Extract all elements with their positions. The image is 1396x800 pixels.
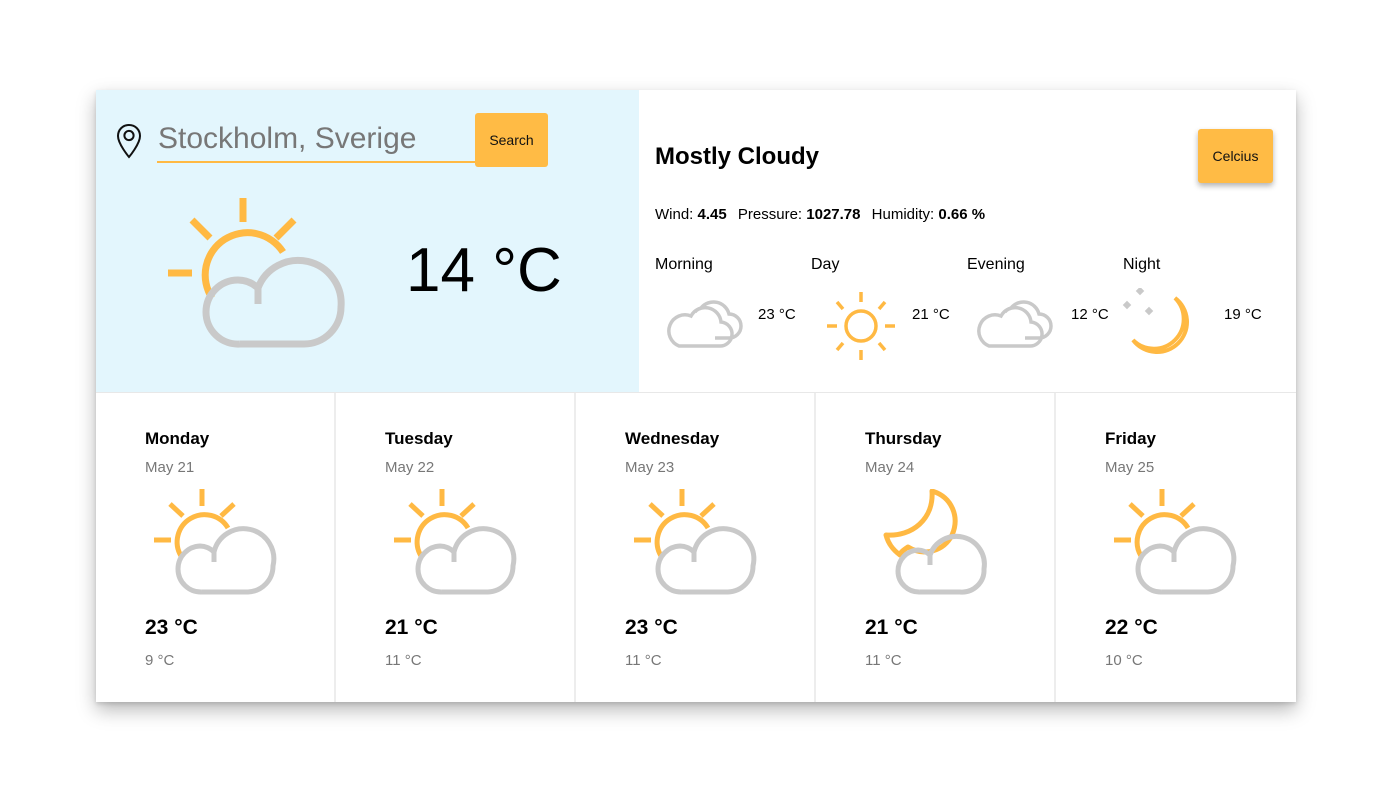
period-temperature: 12 °C	[1071, 306, 1109, 323]
forecast-high-temp: 22 °C	[1105, 616, 1158, 639]
period-morning: Morning 23 °C	[655, 256, 811, 366]
forecast-low-temp: 9 °C	[145, 652, 175, 669]
partly-cloudy-day-icon	[154, 489, 277, 595]
forecast-high-temp: 23 °C	[145, 616, 198, 639]
weather-card: Search 14 °C Mostly Cloudy Celcius	[96, 90, 1296, 702]
forecast-day-card[interactable]: Thursday May 24 21 °C 11 °C	[816, 393, 1056, 702]
period-temperature: 23 °C	[758, 306, 796, 323]
forecast-day-card[interactable]: Monday May 21 23 °C 9 °C	[96, 393, 336, 702]
forecast-low-temp: 11 °C	[385, 652, 422, 669]
forecast-date: May 25	[1105, 459, 1155, 476]
period-temperature: 21 °C	[912, 306, 950, 323]
forecast-high-temp: 21 °C	[865, 616, 918, 639]
humidity-label: Humidity:	[871, 206, 935, 223]
forecast-day-name: Thursday	[865, 429, 942, 448]
forecast-date: May 24	[865, 459, 915, 476]
location-search-input[interactable]	[157, 117, 475, 163]
partly-cloudy-day-icon	[1114, 489, 1237, 595]
current-temperature: 14 °C	[406, 236, 562, 305]
forecast-low-temp: 11 °C	[865, 652, 902, 669]
forecast-high-temp: 21 °C	[385, 616, 438, 639]
cloudy-icon	[667, 300, 743, 348]
weather-stats: Wind: 4.45 Pressure: 1027.78 Humidity: 0…	[655, 206, 985, 223]
forecast-day-name: Wednesday	[625, 429, 720, 448]
period-label: Evening	[967, 256, 1025, 273]
pressure-value: 1027.78	[806, 206, 861, 223]
forecast-day-card[interactable]: Friday May 25 22 °C 10 °C	[1056, 393, 1296, 702]
period-night: Night 19 °C	[1122, 256, 1279, 366]
period-day: Day 21 °C	[811, 256, 967, 366]
search-button[interactable]: Search	[475, 113, 548, 167]
current-weather-section: Search 14 °C Mostly Cloudy Celcius	[96, 90, 1296, 393]
forecast-date: May 22	[385, 459, 435, 476]
forecast-low-temp: 11 °C	[625, 652, 662, 669]
map-pin-icon	[116, 123, 142, 159]
period-label: Night	[1123, 256, 1161, 273]
humidity-value: 0.66 %	[938, 206, 986, 223]
wind-label: Wind:	[655, 206, 694, 223]
forecast-date: May 21	[145, 459, 195, 476]
period-temperature: 19 °C	[1224, 306, 1262, 323]
forecast-day-name: Tuesday	[385, 429, 453, 448]
forecast-list: Monday May 21 23 °C 9 °C Tuesday May 22 …	[96, 393, 1296, 702]
forecast-high-temp: 23 °C	[625, 616, 678, 639]
wind-value: 4.45	[697, 206, 727, 223]
current-details-panel: Mostly Cloudy Celcius Wind: 4.45 Pressur…	[639, 90, 1296, 392]
partly-cloudy-night-icon	[883, 489, 987, 595]
current-weather-panel: Search 14 °C	[96, 90, 639, 392]
forecast-day-card[interactable]: Wednesday May 23 23 °C 11 °C	[576, 393, 816, 702]
sun-icon	[827, 292, 895, 360]
period-evening: Evening 12 °C	[967, 256, 1123, 366]
period-label: Morning	[655, 256, 713, 273]
partly-cloudy-day-icon	[168, 198, 345, 348]
moon-stars-icon	[1122, 288, 1189, 354]
forecast-day-name: Friday	[1105, 429, 1157, 448]
forecast-day-card[interactable]: Tuesday May 22 21 °C 11 °C	[336, 393, 576, 702]
period-label: Day	[811, 256, 840, 273]
forecast-date: May 23	[625, 459, 675, 476]
forecast-low-temp: 10 °C	[1105, 652, 1143, 669]
pressure-label: Pressure:	[737, 206, 803, 223]
cloudy-icon	[977, 300, 1053, 348]
forecast-day-name: Monday	[145, 429, 210, 448]
partly-cloudy-day-icon	[394, 489, 517, 595]
weather-condition: Mostly Cloudy	[655, 143, 820, 170]
partly-cloudy-day-icon	[634, 489, 757, 595]
unit-toggle-button[interactable]: Celcius	[1198, 129, 1273, 183]
